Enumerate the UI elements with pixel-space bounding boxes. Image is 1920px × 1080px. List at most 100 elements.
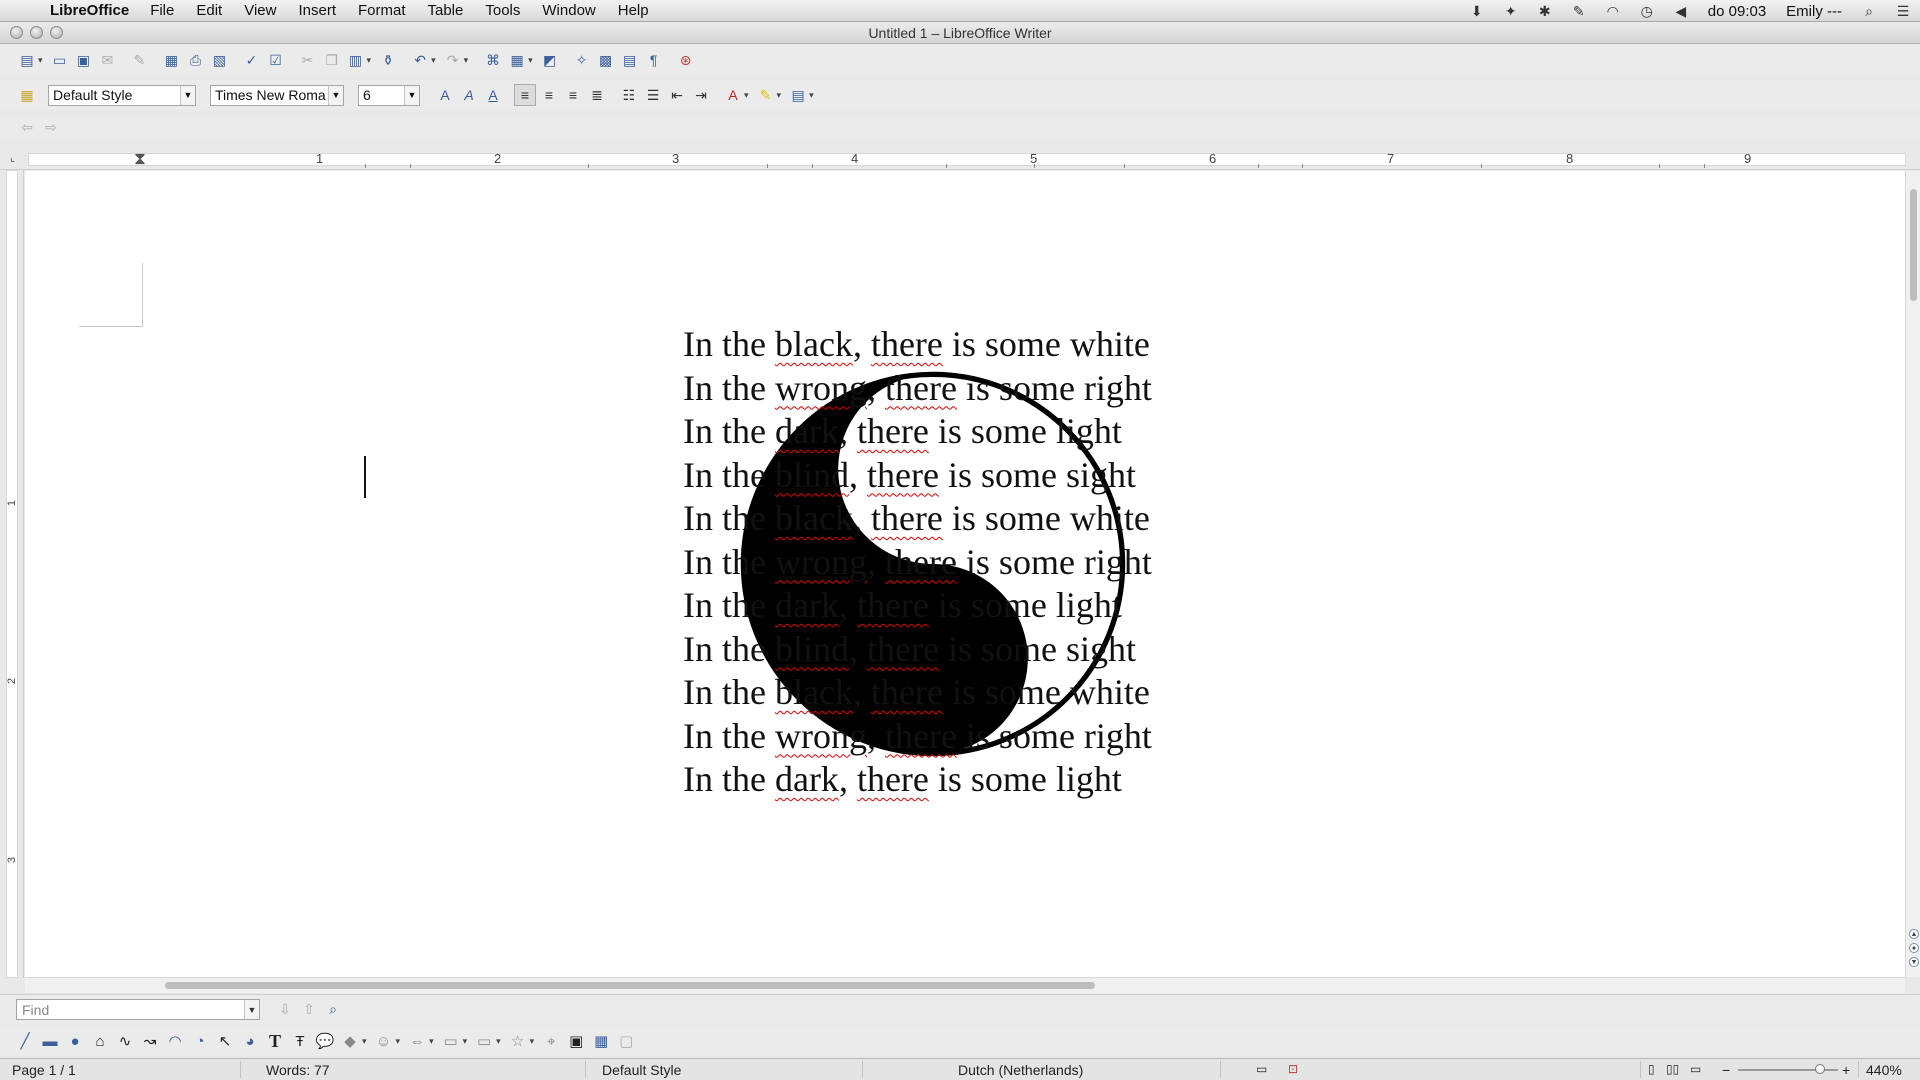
menu-file[interactable]: File	[139, 2, 185, 19]
block-arrows-icon[interactable]: ⇔	[406, 1030, 428, 1052]
text-box-icon[interactable]: T	[264, 1030, 286, 1052]
forward-arrow-icon[interactable]: ⇨	[40, 116, 62, 138]
bold-icon[interactable]: A	[434, 84, 456, 106]
points-icon[interactable]: ⌖	[540, 1030, 562, 1052]
print-icon[interactable]: ⎙	[185, 49, 207, 71]
data-sources-icon[interactable]: ▤	[619, 49, 641, 71]
menu-help[interactable]: Help	[607, 2, 660, 19]
highlighting-dropdown-icon[interactable]: ▾	[777, 90, 782, 101]
menu-view[interactable]: View	[233, 2, 287, 19]
font-size-select[interactable]: 6 ▼	[358, 84, 420, 106]
time-machine-icon[interactable]: ◷	[1636, 3, 1658, 19]
arc-icon[interactable]: ◠	[164, 1030, 186, 1052]
print-preview-icon[interactable]: ▧	[209, 49, 231, 71]
font-color-icon[interactable]: A	[722, 84, 744, 106]
navigation-icon[interactable]: ●	[1909, 943, 1919, 953]
align-right-icon[interactable]: ≡	[562, 84, 584, 106]
new-document-icon[interactable]: ▤	[16, 49, 38, 71]
stars-icon[interactable]: ☆	[507, 1030, 529, 1052]
volume-icon[interactable]: ◀	[1670, 3, 1692, 19]
autospellcheck-icon[interactable]: ☑	[265, 49, 287, 71]
single-page-view-icon[interactable]: ▯	[1648, 1062, 1655, 1076]
horizontal-scroll-thumb[interactable]	[165, 982, 1095, 989]
background-color-icon[interactable]: ▤	[787, 84, 809, 106]
table-icon[interactable]: ▦	[506, 49, 528, 71]
vertical-scroll-thumb[interactable]	[1910, 189, 1917, 301]
page-count[interactable]: Page 1 / 1	[12, 1062, 76, 1078]
justify-icon[interactable]: ≣	[586, 84, 608, 106]
increase-indent-icon[interactable]: ⇥	[690, 84, 712, 106]
curve-icon[interactable]: ∿	[114, 1030, 136, 1052]
symbol-shapes-dropdown-icon[interactable]: ▾	[396, 1036, 401, 1047]
cut-icon[interactable]: ✂	[297, 49, 319, 71]
export-pdf-icon[interactable]: ▦	[161, 49, 183, 71]
extrusion-icon[interactable]: ▢	[615, 1030, 637, 1052]
bullets-icon[interactable]: ☰	[642, 84, 664, 106]
callout-shapes-dropdown-icon[interactable]: ▾	[496, 1036, 501, 1047]
open-icon[interactable]: ▭	[49, 49, 71, 71]
callout-shapes-icon[interactable]: ▭	[473, 1030, 495, 1052]
clone-formatting-icon[interactable]: ⚱	[377, 49, 399, 71]
block-arrows-dropdown-icon[interactable]: ▾	[429, 1036, 434, 1047]
symbol-shapes-icon[interactable]: ☺	[373, 1030, 395, 1052]
callouts-icon[interactable]: 💬	[314, 1030, 336, 1052]
spellcheck-icon[interactable]: ✓	[241, 49, 263, 71]
download-icon[interactable]: ⬇	[1466, 3, 1488, 19]
stars-dropdown-icon[interactable]: ▾	[530, 1036, 535, 1047]
from-file-icon[interactable]: ▣	[565, 1030, 587, 1052]
horizontal-scrollbar[interactable]	[25, 977, 1905, 993]
multi-page-view-icon[interactable]: ▯▯	[1666, 1062, 1679, 1076]
undo-icon[interactable]: ↶	[409, 49, 431, 71]
horizontal-ruler[interactable]: ⌞ ⧗ 1 2 3 4 5 6 7 8 9	[0, 149, 1920, 170]
basic-shapes-icon[interactable]: ◆	[339, 1030, 361, 1052]
save-icon[interactable]: ▣	[73, 49, 95, 71]
ellipse-icon[interactable]: ●	[64, 1030, 86, 1052]
background-color-dropdown-icon[interactable]: ▾	[809, 90, 814, 101]
numbering-icon[interactable]: ☷	[618, 84, 640, 106]
formatting-marks-icon[interactable]: ¶	[643, 49, 665, 71]
menu-format[interactable]: Format	[347, 2, 417, 19]
document-canvas[interactable]: In the black, there is some white In the…	[25, 171, 1905, 977]
book-view-icon[interactable]: ▭	[1690, 1062, 1701, 1076]
previous-page-icon[interactable]: ▲	[1909, 929, 1919, 939]
chevron-down-icon[interactable]: ▼	[244, 1000, 259, 1019]
flowcharts-icon[interactable]: ▭	[440, 1030, 462, 1052]
undo-dropdown-icon[interactable]: ▾	[431, 55, 436, 66]
paste-dropdown-icon[interactable]: ▾	[367, 55, 372, 66]
wifi-icon[interactable]: ◠	[1602, 3, 1624, 19]
basic-shapes-dropdown-icon[interactable]: ▾	[362, 1036, 367, 1047]
notification-center-icon[interactable]: ☰	[1892, 3, 1914, 19]
zoom-slider-knob[interactable]	[1815, 1064, 1825, 1074]
copy-icon[interactable]: ❐	[321, 49, 343, 71]
gallery-icon[interactable]: ▩	[595, 49, 617, 71]
word-count[interactable]: Words: 77	[266, 1062, 330, 1078]
language[interactable]: Dutch (Netherlands)	[958, 1062, 1083, 1078]
hyperlink-icon[interactable]: ⌘	[482, 49, 504, 71]
new-dropdown-icon[interactable]: ▾	[38, 55, 43, 66]
font-name-select[interactable]: Times New Roma ▼	[210, 84, 344, 106]
highlighting-icon[interactable]: ✎	[755, 84, 777, 106]
zoom-out-icon[interactable]: −	[1722, 1062, 1730, 1078]
rectangle-icon[interactable]: ▬	[39, 1030, 61, 1052]
polygon-icon[interactable]: ⌂	[89, 1030, 111, 1052]
fontwork-gallery-icon[interactable]: ▦	[590, 1030, 612, 1052]
underline-icon[interactable]: A	[482, 84, 504, 106]
redo-dropdown-icon[interactable]: ▾	[464, 55, 469, 66]
styles-formatting-icon[interactable]: ▦	[16, 84, 38, 106]
clock[interactable]: do 09:03	[1698, 3, 1776, 20]
line-icon[interactable]: ╱	[14, 1030, 36, 1052]
user-menu[interactable]: Emily ---	[1776, 3, 1852, 20]
find-replace-icon[interactable]: ⌕	[322, 999, 344, 1021]
app-menu[interactable]: LibreOffice	[40, 2, 139, 19]
select-pointer-icon[interactable]: ↖	[214, 1030, 236, 1052]
menu-edit[interactable]: Edit	[185, 2, 233, 19]
indent-marker-icon[interactable]: ⧗	[134, 149, 146, 169]
find-input[interactable]: Find ▼	[16, 999, 260, 1020]
chevron-down-icon[interactable]: ▼	[404, 85, 419, 105]
align-center-icon[interactable]: ≡	[538, 84, 560, 106]
insert-mode-icon[interactable]: ▭	[1256, 1062, 1267, 1076]
circle-segment-icon[interactable]: ◕	[239, 1030, 261, 1052]
freeform-line-icon[interactable]: ↝	[139, 1030, 161, 1052]
flowcharts-dropdown-icon[interactable]: ▾	[463, 1036, 468, 1047]
ellipse-pie-icon[interactable]: ◔	[189, 1030, 211, 1052]
